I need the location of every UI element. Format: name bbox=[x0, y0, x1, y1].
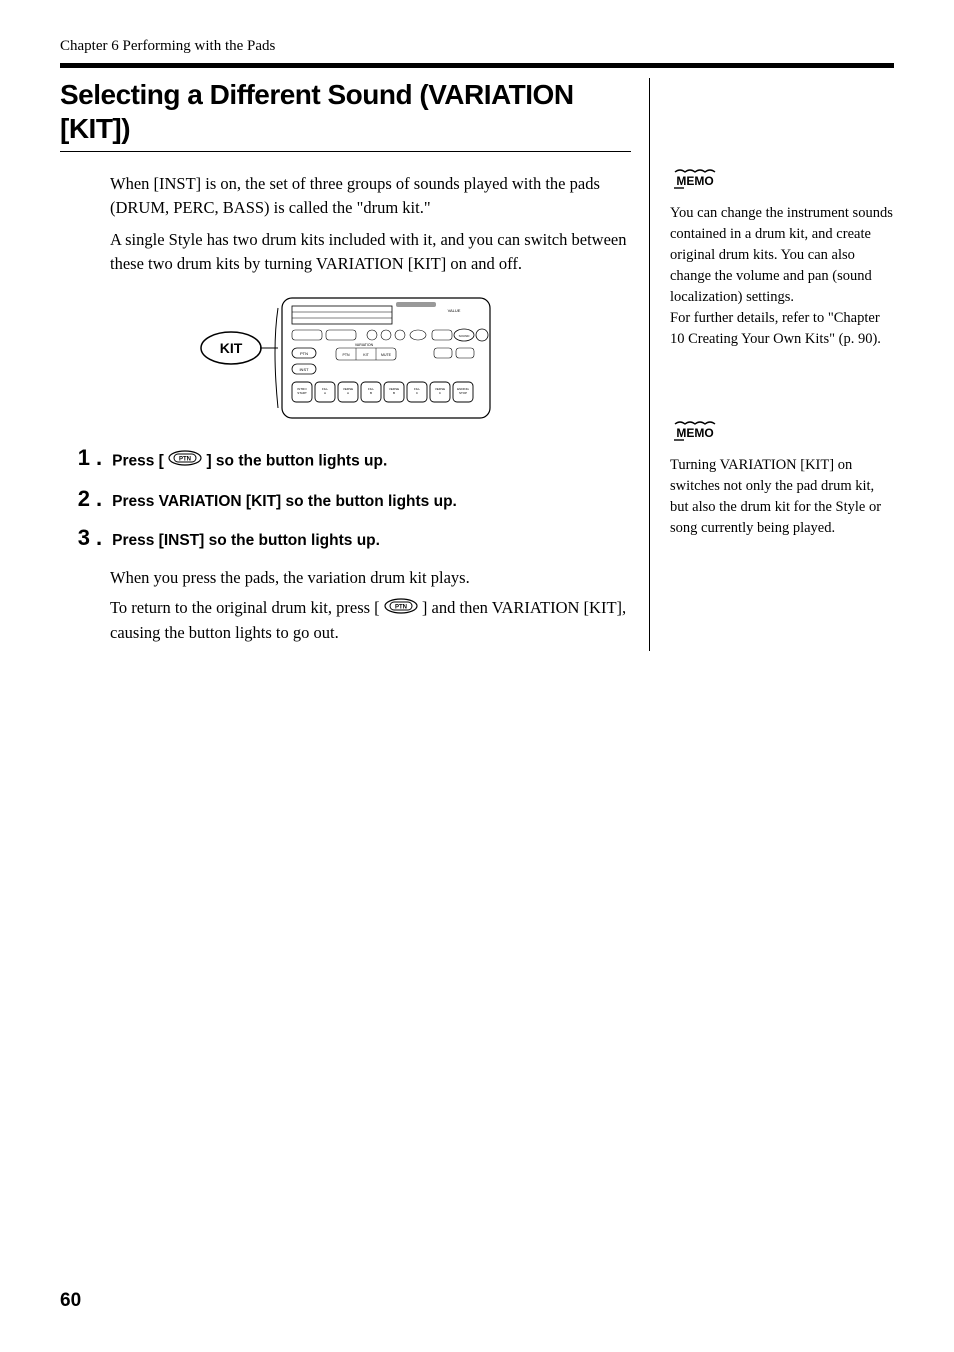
svg-text:PTN: PTN bbox=[342, 353, 349, 357]
kit-label-text: KIT bbox=[219, 340, 242, 356]
ptn-button-icon: PTN bbox=[384, 597, 418, 621]
svg-text:PTN: PTN bbox=[300, 351, 308, 356]
svg-text:INST: INST bbox=[299, 367, 309, 372]
step-1-label-pre: Press [ bbox=[112, 452, 164, 469]
svg-text:VALUE: VALUE bbox=[447, 308, 460, 313]
memo-icon: MEMO bbox=[670, 168, 894, 197]
chapter-header: Chapter 6 Performing with the Pads bbox=[60, 38, 894, 55]
memo-block-1: MEMO You can change the instrument sound… bbox=[670, 168, 894, 350]
step-1-label: Press [ PTN ] so the button lights up. bbox=[112, 446, 631, 473]
step-number: 2 bbox=[60, 488, 90, 510]
svg-text:START: START bbox=[297, 391, 307, 395]
intro-paragraph-2: A single Style has two drum kits include… bbox=[110, 228, 631, 276]
main-column: Selecting a Different Sound (VARIATION [… bbox=[60, 78, 650, 651]
step-3-subtext-2: To return to the original drum kit, pres… bbox=[110, 596, 631, 645]
memo-1-text-1: You can change the instrument sounds con… bbox=[670, 203, 894, 308]
step-3: 3 . Press [INST] so the button lights up… bbox=[60, 526, 631, 645]
svg-text:A: A bbox=[346, 391, 348, 395]
memo-block-2: MEMO Turning VARIATION [KIT] on switches… bbox=[670, 420, 894, 539]
svg-text:MEMO: MEMO bbox=[676, 426, 713, 440]
step-dot: . bbox=[96, 488, 102, 510]
step-dot: . bbox=[96, 527, 102, 549]
svg-text:MEMO: MEMO bbox=[676, 174, 713, 188]
svg-text:B: B bbox=[392, 391, 394, 395]
svg-text:SOUND: SOUND bbox=[458, 334, 470, 338]
step-number: 1 bbox=[60, 447, 90, 469]
side-column: MEMO You can change the instrument sound… bbox=[650, 78, 894, 651]
page-number: 60 bbox=[60, 1290, 81, 1312]
svg-text:VARIATION: VARIATION bbox=[354, 343, 373, 347]
svg-text:STOP: STOP bbox=[458, 391, 466, 395]
step-dot: . bbox=[96, 447, 102, 469]
page-columns: Selecting a Different Sound (VARIATION [… bbox=[60, 78, 894, 651]
memo-1-text-2: For further details, refer to "Chapter 1… bbox=[670, 308, 894, 350]
section-title: Selecting a Different Sound (VARIATION [… bbox=[60, 78, 631, 152]
svg-text:B: B bbox=[369, 391, 371, 395]
intro-paragraph-1: When [INST] is on, the set of three grou… bbox=[110, 172, 631, 220]
step-1: 1 . Press [ PTN ] so the button lights u… bbox=[60, 446, 631, 473]
step-2-label: Press VARIATION [KIT] so the button ligh… bbox=[112, 487, 631, 513]
step-list: 1 . Press [ PTN ] so the button lights u… bbox=[60, 446, 631, 645]
svg-text:PTN: PTN bbox=[395, 605, 407, 611]
svg-text:KIT: KIT bbox=[363, 353, 369, 357]
memo-2-text: Turning VARIATION [KIT] on switches not … bbox=[670, 455, 894, 539]
step-3-sub2-pre: To return to the original drum kit, pres… bbox=[110, 598, 380, 617]
svg-text:MUTE: MUTE bbox=[381, 353, 392, 357]
step-number: 3 bbox=[60, 527, 90, 549]
ptn-button-icon: PTN bbox=[168, 450, 202, 473]
kit-panel-illustration: KIT VALUE bbox=[196, 288, 496, 428]
step-3-label: Press [INST] so the button lights up. bbox=[112, 526, 631, 552]
section-top-rule bbox=[60, 63, 894, 68]
svg-text:PTN: PTN bbox=[179, 456, 191, 462]
step-1-label-post: ] so the button lights up. bbox=[206, 452, 387, 469]
kit-figure: KIT VALUE bbox=[60, 288, 631, 428]
memo-icon: MEMO bbox=[670, 420, 894, 449]
svg-text:A: A bbox=[323, 391, 325, 395]
step-3-subtext-1: When you press the pads, the variation d… bbox=[110, 566, 631, 590]
step-2: 2 . Press VARIATION [KIT] so the button … bbox=[60, 487, 631, 513]
